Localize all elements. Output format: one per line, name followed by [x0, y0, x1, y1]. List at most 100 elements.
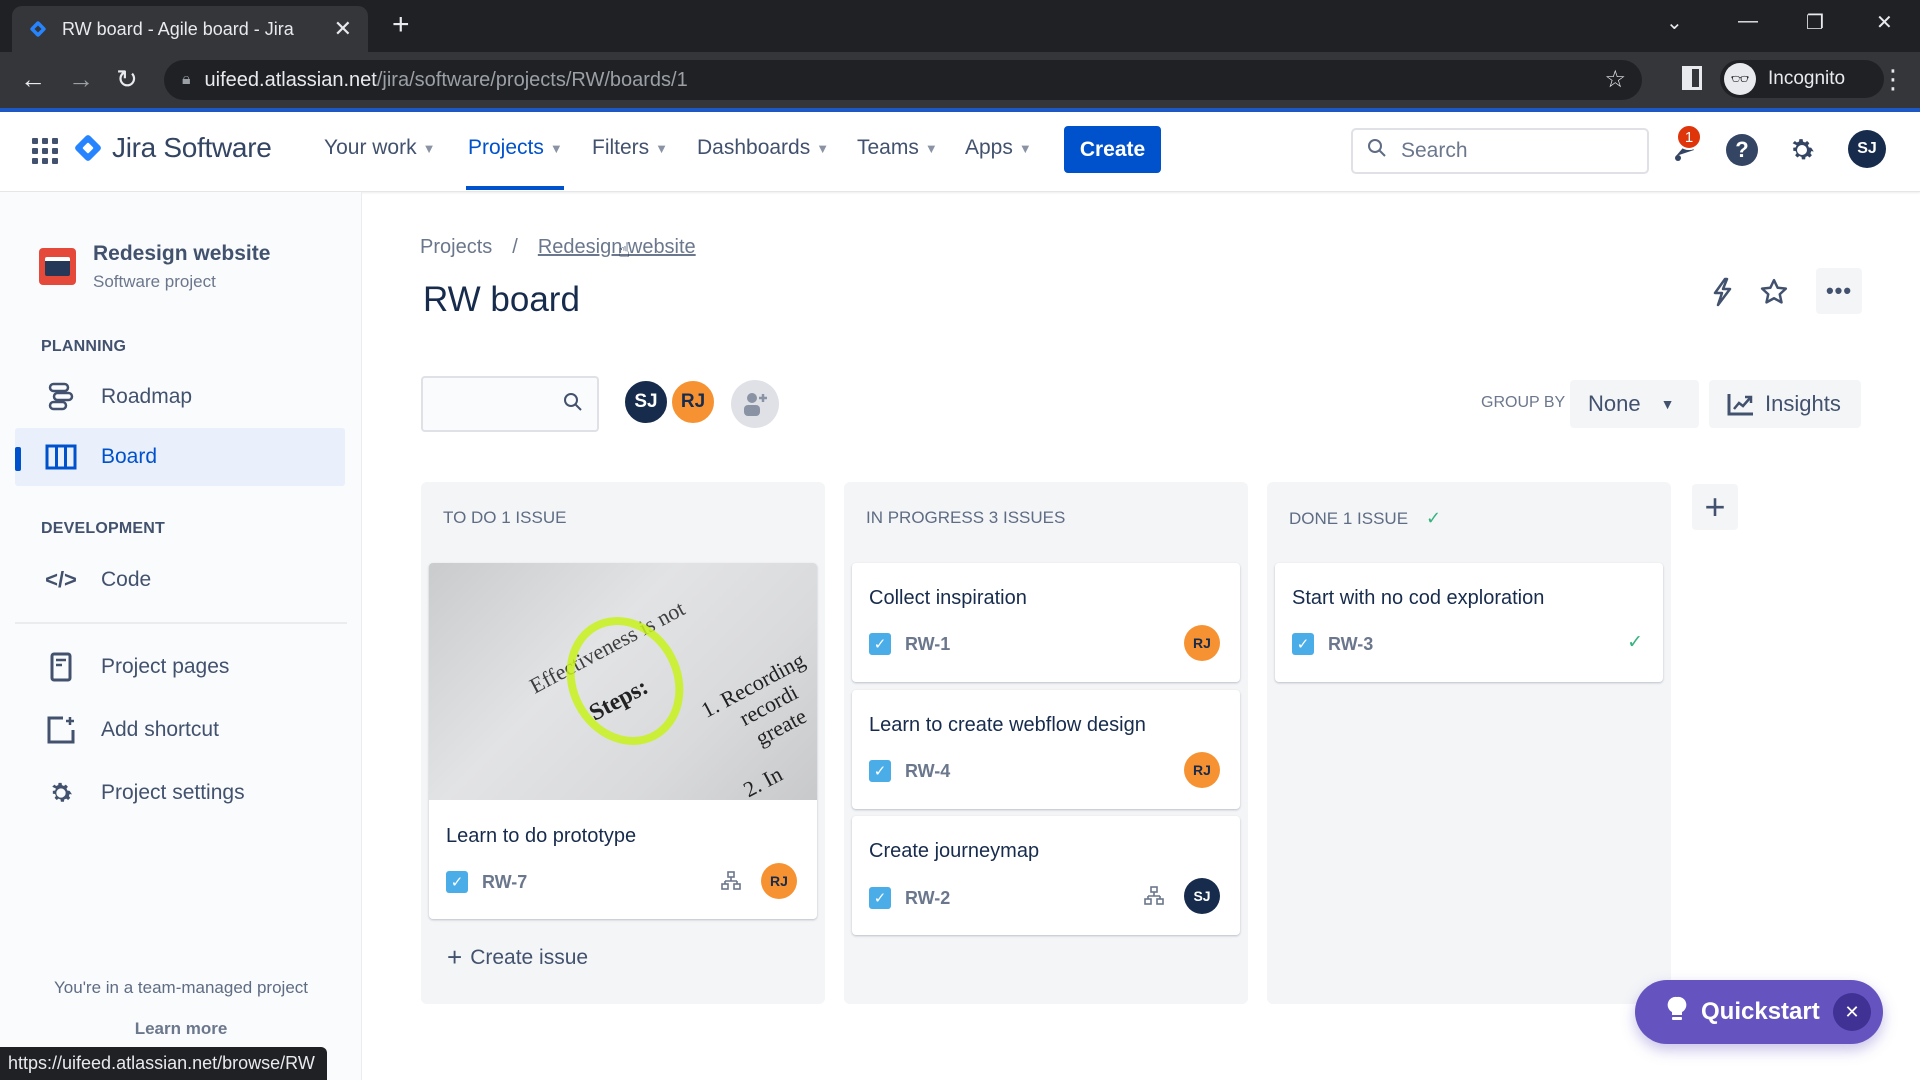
reload-icon[interactable]: ↻	[116, 64, 138, 95]
card-summary: Learn to do prototype	[446, 825, 637, 847]
product-name: Jira Software	[112, 132, 272, 163]
sidebar-item-roadmap[interactable]: Roadmap	[15, 368, 345, 426]
user-avatar[interactable]: SJ	[1848, 130, 1886, 168]
team-managed-note: You're in a team-managed project	[54, 978, 308, 997]
ellipsis-icon: •••	[1825, 278, 1853, 303]
issue-card[interactable]: Create journeymap ✓ RW-2 SJ	[852, 816, 1240, 935]
tab-close-icon[interactable]: ✕	[334, 16, 352, 42]
nav-your-work[interactable]: Your work ▼	[324, 136, 435, 160]
nav-apps[interactable]: Apps ▼	[965, 136, 1032, 160]
assignee-avatar[interactable]: RJ	[761, 863, 797, 899]
column-header: DONE 1 ISSUE ✓	[1289, 508, 1441, 529]
sidebar-item-project-settings[interactable]: Project settings	[15, 764, 345, 822]
search-input[interactable]	[1401, 139, 1621, 163]
group-by-select[interactable]: None ▼	[1570, 380, 1699, 428]
chevron-down-icon: ▼	[816, 140, 830, 156]
column-title: IN PROGRESS 3 ISSUES	[866, 508, 1066, 527]
side-panel-icon[interactable]	[1682, 66, 1702, 90]
more-actions-button[interactable]: •••	[1816, 268, 1862, 314]
task-type-icon: ✓	[869, 887, 891, 909]
sidebar-divider	[15, 622, 347, 624]
nav-teams[interactable]: Teams ▼	[857, 136, 938, 160]
nav-filters[interactable]: Filters ▼	[592, 136, 668, 160]
app-switcher-icon[interactable]	[32, 138, 58, 164]
task-type-icon: ✓	[1292, 633, 1314, 655]
nav-label: Filters	[592, 136, 650, 159]
assignee-avatar[interactable]: RJ	[1184, 752, 1220, 788]
page-title: RW board	[423, 280, 580, 319]
create-issue-button[interactable]: + Create issue	[447, 942, 588, 973]
project-avatar-icon	[39, 248, 76, 285]
new-tab-button[interactable]: +	[392, 10, 410, 40]
project-type: Software project	[93, 272, 216, 291]
card-key-row: ✓ RW-1	[869, 633, 950, 655]
issue-card[interactable]: Collect inspiration ✓ RW-1 RJ	[852, 563, 1240, 682]
board-search[interactable]	[421, 376, 599, 432]
board-icon	[43, 444, 79, 470]
help-button[interactable]: ?	[1724, 132, 1760, 168]
quickstart-button[interactable]: Quickstart ✕	[1635, 980, 1883, 1044]
minimize-icon[interactable]: —	[1738, 10, 1758, 33]
add-column-button[interactable]: +	[1692, 484, 1738, 530]
top-navigation: Jira Software Your work ▼ Projects ▼ Filte…	[0, 112, 1920, 192]
card-key: RW-4	[905, 760, 951, 781]
chevron-down-icon: ▼	[924, 140, 938, 156]
insights-button[interactable]: Insights	[1709, 380, 1861, 428]
avatar-filter-rj[interactable]: RJ	[670, 379, 716, 425]
card-cover-image: Effectiveness is not Steps: 1. Recording…	[429, 563, 817, 800]
add-shortcut-icon	[43, 715, 79, 745]
task-type-icon: ✓	[869, 633, 891, 655]
automation-button[interactable]	[1702, 272, 1742, 312]
issue-card[interactable]: Effectiveness is not Steps: 1. Recording…	[429, 563, 817, 919]
board-search-input[interactable]	[433, 378, 563, 428]
card-key-row: ✓ RW-7	[446, 871, 527, 893]
nav-projects[interactable]: Projects ▼	[468, 136, 563, 160]
sidebar-item-label: Project pages	[101, 655, 230, 678]
incognito-profile-button[interactable]: 👓︎ Incognito	[1720, 60, 1884, 98]
tab-search-icon[interactable]: ⌄	[1666, 10, 1683, 35]
create-issue-label: Create issue	[470, 945, 589, 969]
settings-button[interactable]	[1784, 132, 1820, 168]
project-name[interactable]: Redesign website	[93, 242, 270, 266]
lightbulb-icon	[1667, 996, 1687, 1028]
card-key-row: ✓ RW-2	[869, 887, 950, 909]
sidebar-item-label: Board	[101, 445, 158, 468]
sidebar-item-board[interactable]: Board	[15, 428, 345, 486]
sidebar-item-project-pages[interactable]: Project pages	[15, 638, 345, 696]
card-meta: RJ	[721, 863, 797, 899]
bookmark-star-icon[interactable]: ☆	[1604, 65, 1626, 94]
close-icon[interactable]: ✕	[1833, 993, 1871, 1031]
sidebar-item-code[interactable]: </> Code	[15, 551, 345, 609]
done-check-icon: ✓	[1426, 508, 1442, 528]
browser-menu-icon[interactable]: ⋮	[1880, 64, 1906, 95]
jira-logo[interactable]: Jira Software	[73, 132, 272, 164]
issue-card[interactable]: Start with no cod exploration ✓ RW-3 ✓	[1275, 563, 1663, 682]
forward-icon[interactable]: →	[68, 64, 94, 95]
breadcrumb-projects[interactable]: Projects	[420, 236, 492, 259]
assignee-avatar[interactable]: SJ	[1184, 878, 1220, 914]
lightning-icon	[1713, 277, 1732, 307]
create-button[interactable]: Create	[1064, 126, 1161, 173]
global-search[interactable]	[1351, 128, 1649, 174]
settings-icon	[43, 779, 79, 807]
add-people-button[interactable]	[731, 380, 779, 428]
avatar-filter-sj[interactable]: SJ	[623, 379, 669, 425]
nav-label: Projects	[468, 136, 544, 159]
learn-more-link[interactable]: Learn more	[0, 1019, 362, 1039]
url-field[interactable]: 🔒︎ uifeed.atlassian.net/jira/software/pr…	[164, 60, 1642, 100]
browser-tab[interactable]: RW board - Agile board - Jira ✕	[12, 6, 368, 52]
sidebar-item-add-shortcut[interactable]: Add shortcut	[15, 701, 345, 759]
star-button[interactable]	[1754, 272, 1794, 312]
link-status-bar: https://uifeed.atlassian.net/browse/RW	[0, 1047, 327, 1080]
card-meta: RJ	[1164, 752, 1220, 788]
restore-icon[interactable]: ❐	[1806, 10, 1824, 35]
breadcrumb-project[interactable]: Redesign website	[538, 236, 696, 259]
assignee-avatar[interactable]: RJ	[1184, 625, 1220, 661]
window-close-icon[interactable]: ✕	[1876, 10, 1893, 35]
nav-dashboards[interactable]: Dashboards ▼	[697, 136, 829, 160]
back-icon[interactable]: ←	[20, 64, 46, 95]
issue-card[interactable]: Learn to create webflow design ✓ RW-4 RJ	[852, 690, 1240, 809]
url-path: /jira/software/projects/RW/boards/1	[376, 68, 688, 91]
sidebar-item-label: Roadmap	[101, 385, 193, 408]
gear-icon	[1792, 139, 1814, 160]
